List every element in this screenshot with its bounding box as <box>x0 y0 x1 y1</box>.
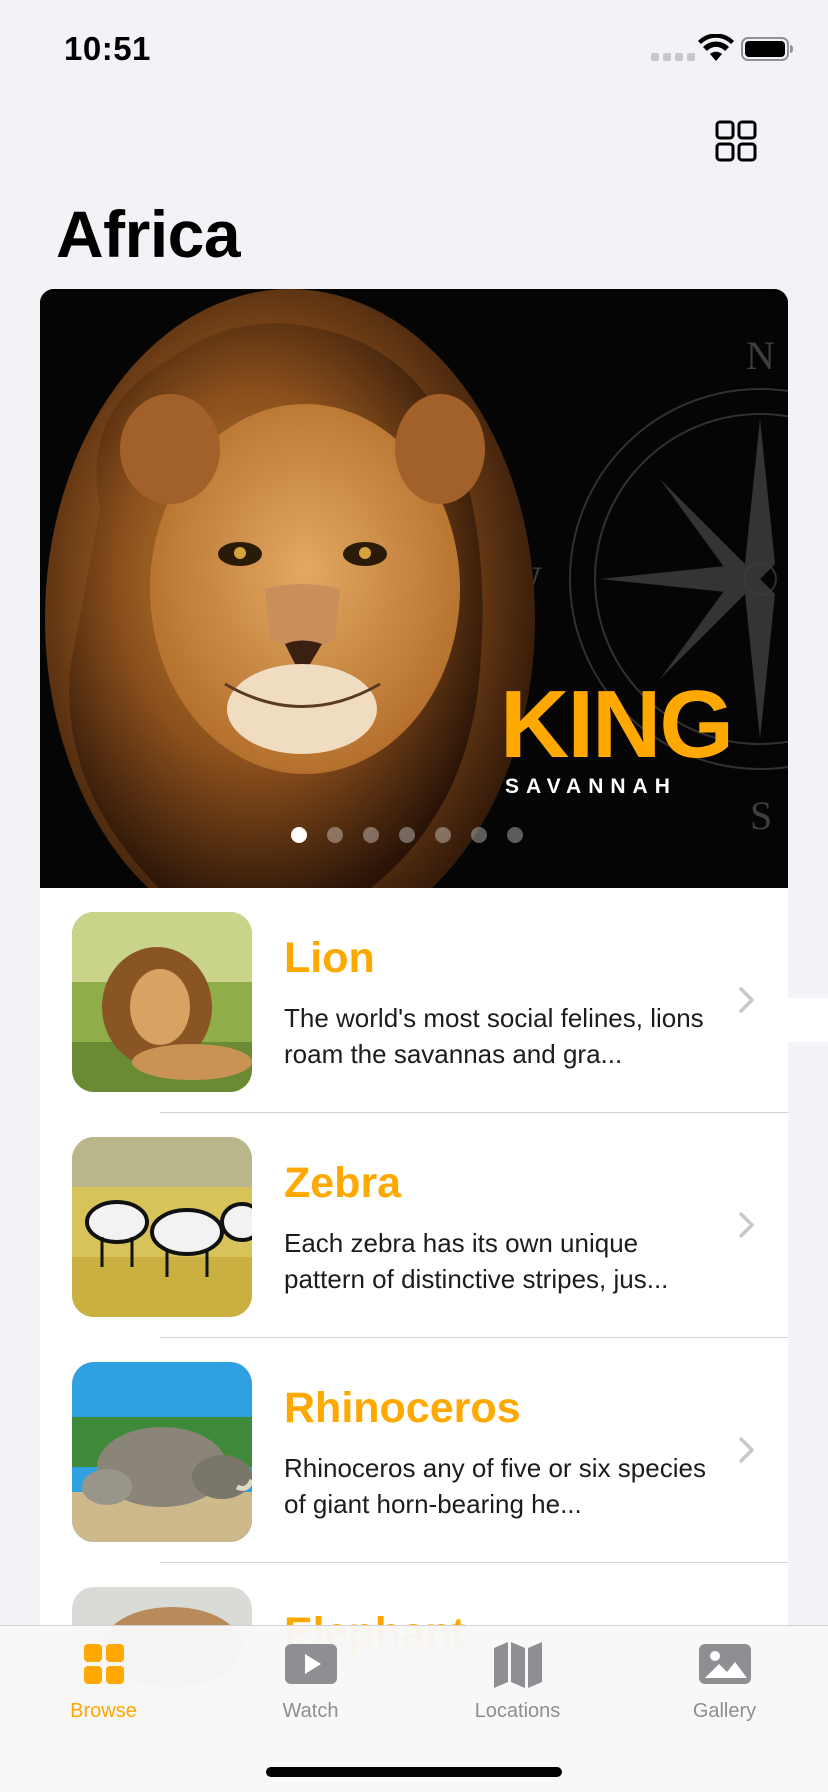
page-dot[interactable] <box>291 827 307 843</box>
battery-icon <box>741 37 793 61</box>
page-dot[interactable] <box>471 827 487 843</box>
animal-name: Rhinoceros <box>284 1384 521 1432</box>
page-title: Africa <box>56 197 241 271</box>
page-dot[interactable] <box>507 827 523 843</box>
home-indicator[interactable] <box>266 1767 562 1777</box>
app-screen: 10:51 Africa N S KING SAVANNAH Lion The … <box>0 0 828 1792</box>
status-bar: 10:51 <box>0 0 828 100</box>
zebra-thumbnail <box>72 1137 252 1317</box>
animal-description: Each zebra has its own unique pattern of… <box>284 1228 669 1294</box>
featured-carousel[interactable]: N W S KING SAVANNAH <box>40 289 788 888</box>
animal-name: Lion <box>284 934 375 982</box>
chevron-right-icon <box>739 987 754 1013</box>
page-dot[interactable] <box>435 827 451 843</box>
map-icon <box>493 1642 542 1688</box>
chevron-right-icon <box>739 1437 754 1463</box>
page-dot[interactable] <box>327 827 343 843</box>
svg-text:N: N <box>746 333 775 378</box>
cellular-signal-icon <box>651 53 695 61</box>
list-item-rhinoceros[interactable]: Rhinoceros Rhinoceros any of five or six… <box>40 1338 788 1563</box>
tab-watch[interactable]: Watch <box>207 1640 414 1723</box>
tab-label: Browse <box>70 1700 137 1722</box>
tab-label: Locations <box>474 1700 561 1722</box>
animal-description: Rhinoceros any of five or six species of… <box>284 1453 706 1519</box>
tab-browse[interactable]: Browse <box>0 1640 207 1723</box>
hero-headline: KING <box>500 671 734 778</box>
list-item-lion[interactable]: Lion The world's most social felines, li… <box>40 888 788 1113</box>
tab-label: Gallery <box>692 1700 757 1722</box>
hero-subheadline: SAVANNAH <box>505 775 677 798</box>
page-indicator[interactable] <box>40 827 788 843</box>
rhinoceros-thumbnail <box>72 1362 252 1542</box>
tab-locations[interactable]: Locations <box>414 1640 621 1723</box>
photo-icon <box>698 1644 751 1684</box>
tab-gallery[interactable]: Gallery <box>621 1640 828 1723</box>
chevron-right-icon <box>739 1212 754 1238</box>
status-time: 10:51 <box>64 30 151 67</box>
page-dot[interactable] <box>399 827 415 843</box>
play-rectangle-icon <box>284 1644 337 1684</box>
animal-name: Zebra <box>284 1159 402 1207</box>
tab-label: Watch <box>282 1700 339 1722</box>
wifi-icon <box>698 34 734 61</box>
page-dot[interactable] <box>363 827 379 843</box>
list-item-zebra[interactable]: Zebra Each zebra has its own unique patt… <box>40 1113 788 1338</box>
lion-thumbnail <box>72 912 252 1092</box>
view-toolbar <box>528 110 828 1042</box>
grid-view-icon[interactable] <box>713 120 761 164</box>
animal-description: The world's most social felines, lions r… <box>284 1003 704 1069</box>
grid-square-icon <box>83 1644 124 1684</box>
